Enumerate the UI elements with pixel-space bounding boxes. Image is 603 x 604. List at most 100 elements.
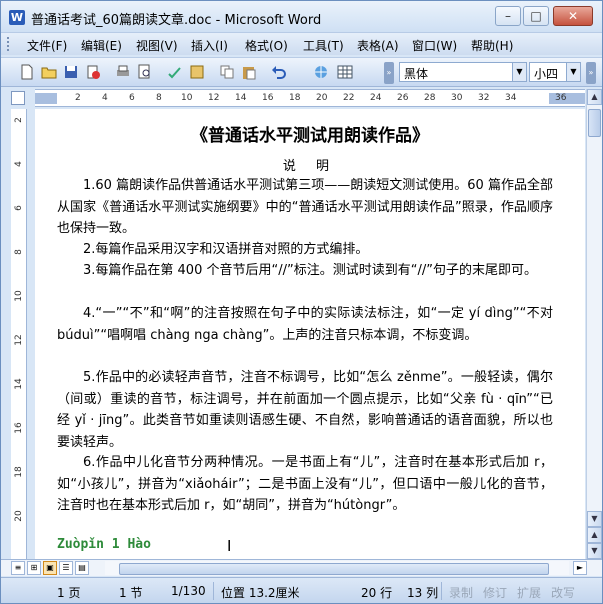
hyperlink-icon[interactable] <box>313 64 329 80</box>
ruler-number: 36 <box>555 93 567 103</box>
table-icon[interactable] <box>337 64 353 80</box>
menu-bar: 文件(F) 编辑(E) 视图(V) 插入(I) 格式(O) 工具(T) 表格(A… <box>1 33 602 55</box>
status-ovr[interactable]: 改写 <box>551 584 575 601</box>
menu-window[interactable]: 窗口(W) <box>412 37 457 54</box>
copy-icon[interactable] <box>219 64 235 80</box>
ruler-number: 16 <box>262 93 274 103</box>
font-size-select[interactable]: 小四 ▼ <box>529 62 581 82</box>
word-window: W 普通话考试_60篇朗读文章.doc - Microsoft Word – □… <box>0 0 603 604</box>
chevron-down-icon[interactable]: ▼ <box>566 63 580 81</box>
ruler-number: 10 <box>14 290 24 302</box>
paragraph-5: 5.作品中的必读轻声音节，注音不标调号，比如“怎么 zěnme”。一般轻读，偶尔… <box>57 370 553 450</box>
paste-icon[interactable] <box>241 64 257 80</box>
previous-page-icon[interactable]: ▲ <box>587 527 602 543</box>
status-position: 位置 13.2厘米 <box>221 586 300 600</box>
ruler-number: 6 <box>14 205 24 211</box>
paragraph-3: 3.每篇作品在第 400 个音节后用“//”标注。测试时读到有“//”句子的末尾… <box>83 263 537 278</box>
pinyin-heading: Zuòpǐn 1 Hào <box>57 537 151 552</box>
menu-help[interactable]: 帮助(H) <box>471 37 513 54</box>
ruler-number: 26 <box>397 93 409 103</box>
next-page-icon[interactable]: ▼ <box>587 543 602 559</box>
ruler-number: 12 <box>208 93 220 103</box>
minimize-button[interactable]: – <box>495 6 521 26</box>
permission-icon[interactable] <box>85 64 101 80</box>
maximize-button[interactable]: □ <box>523 6 549 26</box>
status-rec[interactable]: 录制 <box>449 584 473 601</box>
status-section: 1 节 <box>119 586 143 600</box>
status-divider <box>441 582 442 600</box>
chevron-down-icon[interactable]: ▼ <box>512 63 526 81</box>
reading-view-icon[interactable]: ▤ <box>75 561 89 575</box>
formatting-options-chevron[interactable]: » <box>586 62 596 84</box>
ruler-number: 14 <box>14 378 24 390</box>
scroll-down-icon[interactable]: ▼ <box>587 511 602 527</box>
research-icon[interactable] <box>189 64 205 80</box>
menu-view[interactable]: 视图(V) <box>136 37 178 54</box>
vertical-scroll-thumb[interactable] <box>588 109 601 137</box>
font-name-select[interactable]: 黑体 ▼ <box>399 62 527 82</box>
ruler-number: 8 <box>156 93 162 103</box>
ruler-number: 20 <box>14 510 24 522</box>
menu-insert[interactable]: 插入(I) <box>191 37 228 54</box>
ruler-left-margin <box>35 93 57 104</box>
status-divider <box>213 582 214 600</box>
ruler-number: 2 <box>14 117 24 123</box>
ruler-number: 4 <box>102 93 108 103</box>
ruler-number: 16 <box>14 422 24 434</box>
paragraph-1: 1.60 篇朗读作品供普通话水平测试第三项——朗读短文测试使用。60 篇作品全部… <box>57 178 553 236</box>
ruler-number: 12 <box>14 334 24 346</box>
horizontal-scrollbar: ≡ ⊞ ▣ ☰ ▤ ► <box>1 559 602 576</box>
ruler-number: 10 <box>181 93 193 103</box>
document-subtitle: 说 明 <box>282 159 338 174</box>
window-title: 普通话考试_60篇朗读文章.doc - Microsoft Word <box>31 13 322 28</box>
status-column: 13 列 <box>407 586 439 600</box>
scroll-right-icon[interactable]: ► <box>573 561 587 575</box>
print-layout-view-icon[interactable]: ▣ <box>43 561 57 575</box>
save-icon[interactable] <box>63 64 79 80</box>
close-button[interactable]: ✕ <box>553 6 593 26</box>
open-icon[interactable] <box>41 64 57 80</box>
document-title: 《普通话水平测试用朗读作品》 <box>191 126 429 146</box>
status-trk[interactable]: 修订 <box>483 584 507 601</box>
vertical-ruler[interactable]: 2 4 6 8 10 12 14 16 18 20 <box>11 109 27 559</box>
ruler-number: 22 <box>343 93 355 103</box>
font-name-value: 黑体 <box>404 67 429 81</box>
scroll-up-icon[interactable]: ▲ <box>587 89 602 105</box>
document-page[interactable]: 《普通话水平测试用朗读作品》 说 明 1.60 篇朗读作品供普通话水平测试第三项… <box>35 109 585 559</box>
menu-format[interactable]: 格式(O) <box>245 37 288 54</box>
horizontal-scroll-track[interactable] <box>105 561 569 575</box>
menu-tools[interactable]: 工具(T) <box>303 37 344 54</box>
menu-table[interactable]: 表格(A) <box>357 37 399 54</box>
paragraph-4: 4.“一”“不”和“啊”的注音按照在句子中的实际读法标注，如“一定 yí dìn… <box>57 306 553 343</box>
status-page-count: 1/130 <box>171 584 206 598</box>
vertical-scrollbar[interactable]: ▲ ▼ ▲ ▼ <box>586 89 602 559</box>
toolbar-options-chevron[interactable]: » <box>384 62 394 84</box>
ruler-number: 30 <box>451 93 463 103</box>
normal-view-icon[interactable]: ≡ <box>11 561 25 575</box>
tab-selector[interactable] <box>11 91 25 105</box>
ruler-number: 28 <box>424 93 436 103</box>
print-icon[interactable] <box>115 64 131 80</box>
ruler-number: 8 <box>14 249 24 255</box>
menubar-grip[interactable] <box>7 37 10 51</box>
word-app-icon[interactable]: W <box>9 10 25 25</box>
ruler-number: 32 <box>478 93 490 103</box>
outline-view-icon[interactable]: ☰ <box>59 561 73 575</box>
horizontal-ruler[interactable]: 2 4 6 8 10 12 14 16 18 20 22 24 26 28 30… <box>35 89 585 107</box>
status-bar: 1 页 1 节 1/130 位置 13.2厘米 20 行 13 列 录制 修订 … <box>1 577 602 603</box>
print-preview-icon[interactable] <box>137 64 153 80</box>
horizontal-scroll-thumb[interactable] <box>119 563 549 575</box>
standard-toolbar: » 黑体 ▼ 小四 ▼ » <box>1 57 602 87</box>
menu-edit[interactable]: 编辑(E) <box>81 37 122 54</box>
ruler-number: 4 <box>14 161 24 167</box>
undo-icon[interactable] <box>271 64 287 80</box>
spelling-icon[interactable] <box>167 64 183 80</box>
ruler-number: 2 <box>75 93 81 103</box>
menu-file[interactable]: 文件(F) <box>27 37 67 54</box>
paragraph-2: 2.每篇作品采用汉字和汉语拼音对照的方式编排。 <box>83 242 369 257</box>
ruler-number: 24 <box>370 93 382 103</box>
status-ext[interactable]: 扩展 <box>517 584 541 601</box>
paragraph-6: 6.作品中儿化音节分两种情况。一是书面上有“儿”，注音时在基本形式后加 r，如“… <box>57 455 553 513</box>
new-icon[interactable] <box>19 64 35 80</box>
web-view-icon[interactable]: ⊞ <box>27 561 41 575</box>
